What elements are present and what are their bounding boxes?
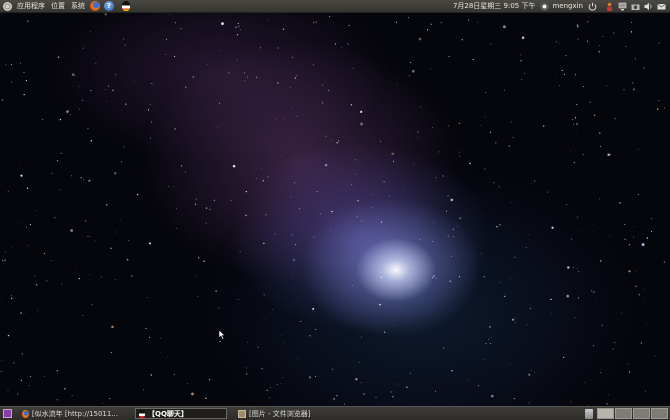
task-qq-chat[interactable]: 【QQ聊天】	[135, 408, 227, 419]
panel-right: 7月28日星期三 9:05 下午 mengxin	[450, 0, 670, 12]
workspace-1[interactable]	[597, 408, 614, 419]
menu-applications[interactable]: 应用程序	[14, 0, 48, 12]
username[interactable]: mengxin	[551, 0, 586, 12]
picture-folder-icon	[238, 410, 246, 418]
bottom-panel: [似水流年 [http://15011... 【QQ聊天】 [图片 - 文件浏览…	[0, 406, 670, 420]
mouse-cursor-icon	[219, 330, 226, 340]
task-file-browser[interactable]: [图片 - 文件浏览器]	[235, 408, 345, 419]
task-label: [图片 - 文件浏览器]	[249, 409, 310, 419]
panel-bottom-right	[583, 408, 668, 419]
workspace-3[interactable]	[633, 408, 650, 419]
qq-penguin-icon	[139, 410, 145, 418]
top-panel: 应用程序 位置 系统 ? 7月28日星期三 9:05 下午 mengxin	[0, 0, 670, 13]
trash-icon[interactable]	[585, 409, 593, 419]
menu-places[interactable]: 位置	[48, 0, 68, 12]
help-icon[interactable]: ?	[104, 1, 114, 11]
clock[interactable]: 7月28日星期三 9:05 下午	[450, 0, 539, 12]
main-menu: 应用程序 位置 系统 ?	[0, 0, 132, 12]
workspace-4[interactable]	[651, 408, 668, 419]
qq-penguin-icon[interactable]	[122, 1, 130, 11]
firefox-icon	[22, 410, 29, 418]
user-status-icon[interactable]	[605, 2, 614, 11]
desktop-wallpaper[interactable]	[0, 12, 670, 406]
task-label: [似水流年 [http://15011...	[32, 409, 118, 419]
power-icon[interactable]	[588, 2, 597, 11]
workspace-2[interactable]	[615, 408, 632, 419]
menu-system[interactable]: 系统	[68, 0, 88, 12]
firefox-icon[interactable]	[90, 1, 100, 11]
volume-icon[interactable]	[644, 2, 653, 11]
task-label: 【QQ聊天】	[148, 409, 188, 419]
starfield	[0, 12, 670, 406]
task-browser[interactable]: [似水流年 [http://15011...	[19, 408, 121, 419]
network-icon[interactable]	[618, 2, 627, 11]
ubuntu-logo-icon[interactable]	[3, 2, 12, 11]
show-desktop-icon[interactable]	[3, 409, 12, 418]
user-switch-icon[interactable]	[540, 2, 549, 11]
camera-icon[interactable]	[631, 2, 640, 11]
envelope-icon[interactable]	[657, 2, 666, 11]
